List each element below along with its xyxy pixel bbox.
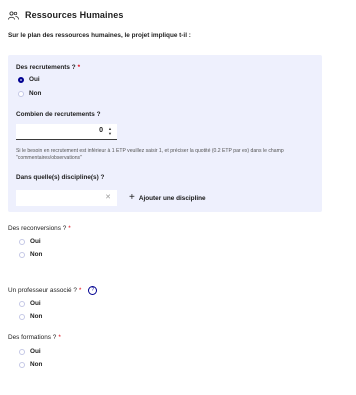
count-stepper[interactable]: ▲ ▼ xyxy=(107,126,113,136)
radio-unchecked-icon xyxy=(19,361,25,368)
people-icon xyxy=(8,10,19,20)
recruitment-option-oui[interactable]: Oui xyxy=(18,76,40,83)
plus-icon: + xyxy=(129,192,135,203)
reconversions-option-non[interactable]: Non xyxy=(19,251,42,258)
radio-unchecked-icon xyxy=(18,90,24,97)
count-label: Combien de recrutements ? xyxy=(16,111,101,118)
trainings-option-oui[interactable]: Oui xyxy=(19,348,41,355)
radio-unchecked-icon xyxy=(19,300,25,307)
radio-unchecked-icon xyxy=(19,238,25,245)
stepper-down-icon[interactable]: ▼ xyxy=(107,131,113,136)
radio-unchecked-icon xyxy=(19,313,25,320)
discipline-label: Dans quelle(s) discipline(s) ? xyxy=(16,174,105,181)
recruitment-count-input[interactable]: 0 ▲ ▼ xyxy=(16,124,117,140)
radio-checked-icon xyxy=(18,76,24,83)
help-icon[interactable]: ? xyxy=(88,286,98,295)
radio-unchecked-icon xyxy=(19,348,25,355)
add-discipline-button[interactable]: + Ajouter une discipline xyxy=(125,190,218,206)
recruitment-panel: Des recrutements ? * Oui Non Combien de r… xyxy=(8,55,322,212)
reconversions-option-oui[interactable]: Oui xyxy=(19,238,41,245)
professor-option-oui[interactable]: Oui xyxy=(19,300,41,307)
trainings-question: Des formations ? * xyxy=(8,334,61,341)
intro-text: Sur le plan des ressources humaines, le … xyxy=(8,32,191,39)
section-header: Ressources Humaines xyxy=(8,8,123,22)
trainings-option-non[interactable]: Non xyxy=(19,361,42,368)
radio-unchecked-icon xyxy=(19,251,25,258)
recruitment-option-non[interactable]: Non xyxy=(18,90,41,97)
discipline-input[interactable]: ✕ xyxy=(16,190,117,206)
recruitment-hint: Si le besoin en recrutement est inférieu… xyxy=(16,148,284,161)
recruitment-question: Des recrutements ? * xyxy=(16,64,81,71)
section-title: Ressources Humaines xyxy=(25,10,124,20)
professor-question: Un professeur associé ? * ? xyxy=(8,286,98,295)
reconversions-question: Des reconversions ? * xyxy=(8,225,71,232)
count-value: 0 xyxy=(99,127,103,134)
clear-icon[interactable]: ✕ xyxy=(105,193,111,201)
professor-option-non[interactable]: Non xyxy=(19,313,42,320)
